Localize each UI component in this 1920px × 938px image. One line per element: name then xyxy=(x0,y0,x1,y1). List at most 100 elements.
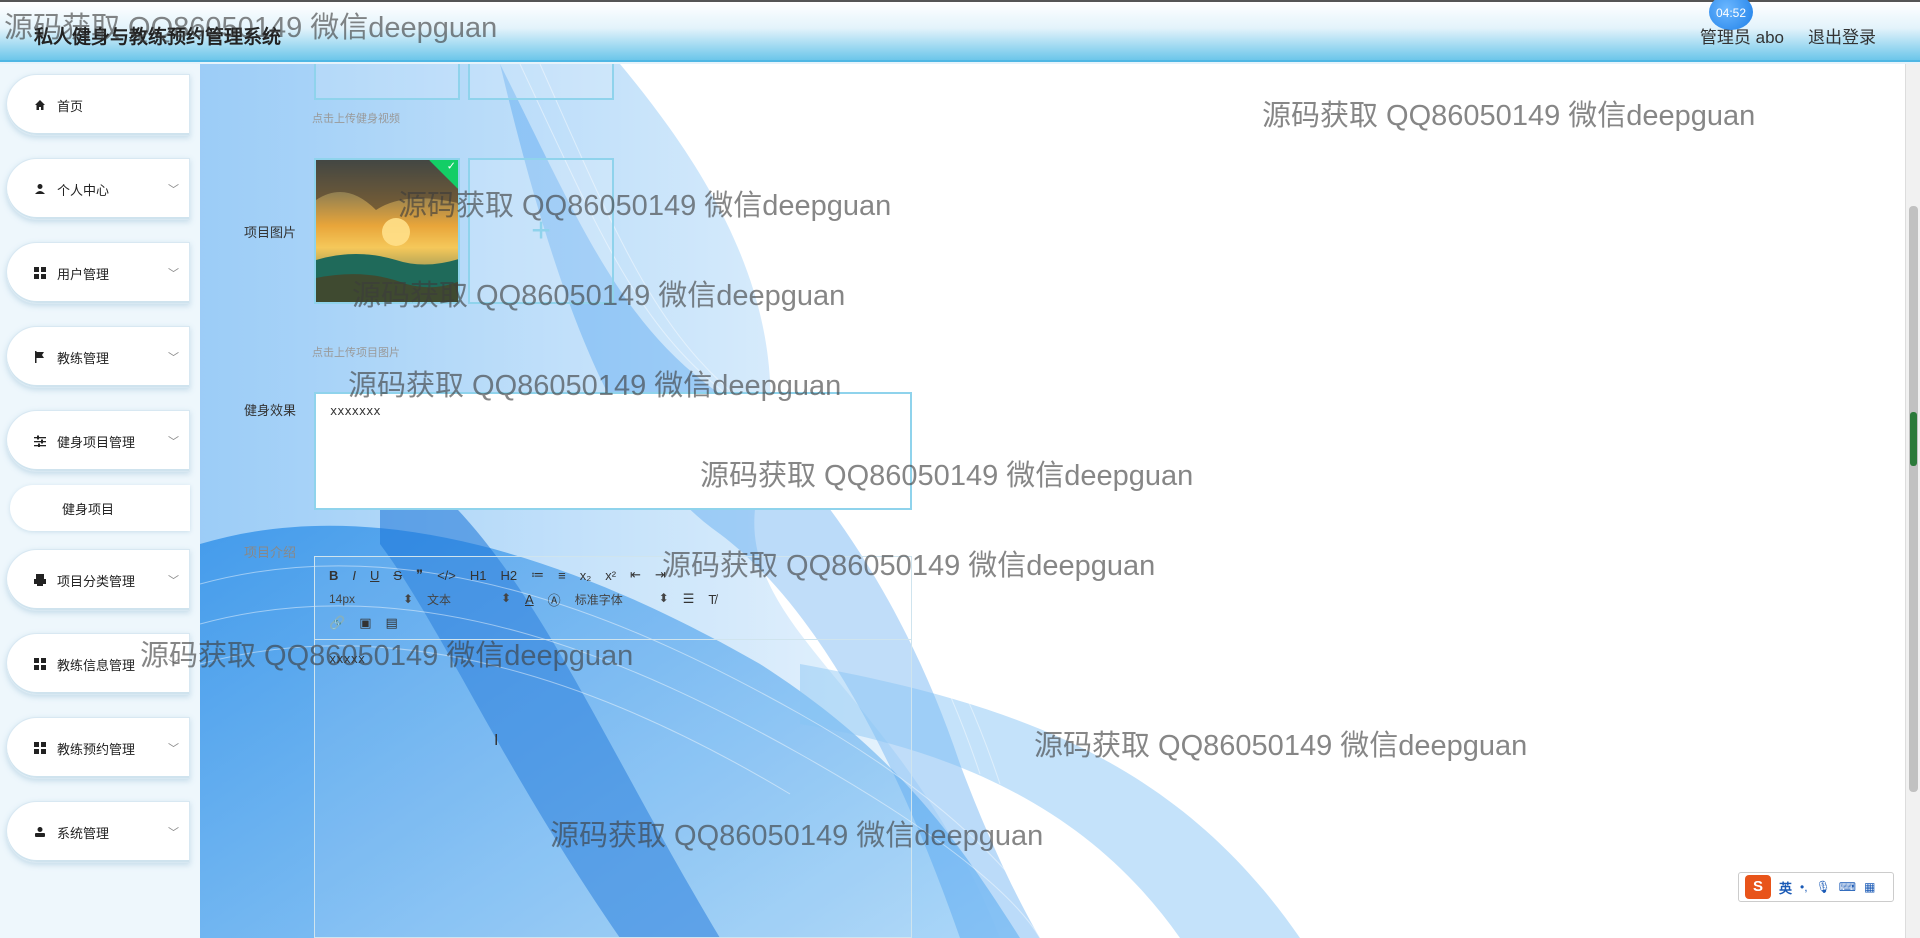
punctuation-icon[interactable]: •, xyxy=(1800,880,1808,894)
font-family-value: 标准字体 xyxy=(574,592,623,607)
video-upload-slot[interactable] xyxy=(468,64,614,100)
font-size-select[interactable]: 14px ⬍ xyxy=(329,592,413,606)
ime-language-toggle[interactable]: 英 xyxy=(1779,878,1792,897)
link-icon[interactable]: 🔗 xyxy=(329,615,345,631)
bullet-list-button[interactable]: ≡ xyxy=(558,568,566,583)
fitness-effect-label: 健身效果 xyxy=(244,403,297,418)
page-scrollbar[interactable] xyxy=(1905,64,1920,938)
logout-button[interactable]: 退出登录 xyxy=(1808,23,1876,48)
sogou-logo-icon: S xyxy=(1745,875,1771,899)
ime-toolbar[interactable]: S 英 •, 🎙 ⌨ ▦ xyxy=(1738,872,1894,902)
microphone-icon[interactable]: 🎙 xyxy=(1816,880,1831,894)
sidebar-item-label: 首页 xyxy=(57,98,84,114)
sidebar-item-home[interactable]: 首页 xyxy=(6,74,190,136)
sidebar-item-label: 个人中心 xyxy=(57,182,110,198)
image-upload-hint: 点击上传项目图片 xyxy=(312,347,400,359)
clear-format-icon[interactable]: T̸ xyxy=(708,592,716,607)
sidebar-item-personal-center[interactable]: 个人中心 ﹀ xyxy=(6,158,190,220)
sidebar-item-label: 项目分类管理 xyxy=(57,573,136,589)
sidebar-item-label: 教练信息管理 xyxy=(57,657,136,673)
sidebar-item-category-management[interactable]: 项目分类管理 ﹀ xyxy=(6,549,190,611)
outdent-button[interactable]: ⇤ xyxy=(630,567,641,583)
code-block-button[interactable]: </> xyxy=(437,568,456,583)
font-family-select[interactable]: 标准字体 ⬍ xyxy=(575,591,669,608)
sunset-sea-image xyxy=(316,160,458,302)
sidebar-item-fitness-project-management[interactable]: 健身项目管理 ﹀ xyxy=(6,410,190,472)
text-style-value: 文本 xyxy=(427,592,452,607)
user-icon xyxy=(33,825,47,839)
home-icon xyxy=(33,98,47,112)
menu-grid-icon[interactable]: ▦ xyxy=(1864,880,1875,894)
grid-icon xyxy=(33,266,47,280)
sidebar-item-label: 健身项目管理 xyxy=(57,434,136,450)
top-header: 私人健身与教练预约管理系统 管理员 abo 退出登录 xyxy=(0,0,1920,62)
keyboard-icon[interactable]: ⌨ xyxy=(1839,880,1856,894)
app-title: 私人健身与教练预约管理系统 xyxy=(34,27,282,48)
project-image-label: 项目图片 xyxy=(244,225,297,240)
editor-content[interactable]: xxxxx xyxy=(315,639,911,938)
grid-icon xyxy=(33,741,47,755)
person-icon xyxy=(33,182,47,196)
chevron-down-icon: ﹀ xyxy=(168,436,179,448)
heading2-button[interactable]: H2 xyxy=(501,568,518,583)
subscript-button[interactable]: x₂ xyxy=(580,568,592,583)
rich-text-editor[interactable]: B I U S ❞ </> H1 H2 ≔ ≡ x₂ x² ⇤ ⇥ 14px ⬍ … xyxy=(314,556,912,938)
underline-button[interactable]: U xyxy=(370,568,379,583)
select-arrow-icon: ⬍ xyxy=(500,590,511,605)
text-style-select[interactable]: 文本 ⬍ xyxy=(427,591,511,608)
sidebar-subitem-fitness-project[interactable]: 健身项目 xyxy=(10,485,190,531)
indent-button[interactable]: ⇥ xyxy=(655,567,666,583)
chevron-down-icon: ﹀ xyxy=(168,743,179,755)
font-color-icon[interactable]: A xyxy=(525,592,534,607)
sidebar-item-label: 教练管理 xyxy=(57,350,110,366)
sliders-icon xyxy=(33,434,47,448)
plus-icon: + xyxy=(531,211,551,250)
scrollbar-thumb[interactable] xyxy=(1909,206,1918,792)
bold-button[interactable]: B xyxy=(329,568,338,583)
italic-button[interactable]: I xyxy=(352,568,356,583)
grid-icon xyxy=(33,657,47,671)
ordered-list-button[interactable]: ≔ xyxy=(531,567,544,583)
sidebar-item-system-management[interactable]: 系统管理 ﹀ xyxy=(6,801,190,863)
select-arrow-icon: ⬍ xyxy=(402,592,413,606)
chevron-down-icon: ﹀ xyxy=(168,268,179,280)
video-upload-hint: 点击上传健身视频 xyxy=(312,113,400,125)
sidebar-item-label: 教练预约管理 xyxy=(57,741,136,757)
sidebar-item-label: 系统管理 xyxy=(57,825,110,841)
sidebar-item-coach-info-management[interactable]: 教练信息管理 ﹀ xyxy=(6,633,190,695)
chevron-down-icon: ﹀ xyxy=(168,352,179,364)
video-icon[interactable]: ▤ xyxy=(385,615,397,631)
toolbar-row-1: B I U S ❞ </> H1 H2 ≔ ≡ x₂ x² ⇤ ⇥ xyxy=(329,563,897,587)
sidebar-item-label: 用户管理 xyxy=(57,266,110,282)
printer-icon xyxy=(33,573,47,587)
chevron-down-icon: ﹀ xyxy=(168,575,179,587)
flag-icon xyxy=(33,350,47,364)
editor-toolbar: B I U S ❞ </> H1 H2 ≔ ≡ x₂ x² ⇤ ⇥ 14px ⬍ … xyxy=(315,557,911,635)
chevron-down-icon: ﹀ xyxy=(168,184,179,196)
image-upload-button[interactable]: + xyxy=(468,158,614,304)
chevron-down-icon: ﹀ xyxy=(168,827,179,839)
align-icon[interactable]: ☰ xyxy=(683,591,695,607)
sidebar-item-coach-management[interactable]: 教练管理 ﹀ xyxy=(6,326,190,388)
strike-button[interactable]: S xyxy=(393,568,402,583)
sidebar-item-user-management[interactable]: 用户管理 ﹀ xyxy=(6,242,190,304)
heading1-button[interactable]: H1 xyxy=(470,568,487,583)
superscript-button[interactable]: x² xyxy=(605,568,616,583)
chevron-down-icon: ﹀ xyxy=(168,659,179,671)
toolbar-row-2: 14px ⬍ 文本 ⬍ A Ⓐ 标准字体 ⬍ ☰ T̸ xyxy=(329,587,897,611)
sidebar: 首页 个人中心 ﹀ 用户管理 ﹀ 教练管理 ﹀ 健身项目管理 ﹀ 健身项目 项目… xyxy=(0,64,200,938)
text-cursor-icon: I xyxy=(494,732,499,749)
background-color-icon[interactable]: Ⓐ xyxy=(548,590,561,609)
font-size-value: 14px xyxy=(329,592,356,606)
blockquote-button[interactable]: ❞ xyxy=(416,567,423,583)
project-intro-label: 项目介绍 xyxy=(244,545,297,560)
toolbar-row-3: 🔗 ▣ ▤ xyxy=(329,611,897,635)
main-content: 点击上传健身视频 项目图片 ✓ + 点击上传项目图片 健身效果 xxxxxxx xyxy=(200,64,1905,938)
scrollbar-grip xyxy=(1910,412,1917,466)
video-upload-slot[interactable] xyxy=(314,64,460,100)
image-icon[interactable]: ▣ xyxy=(359,615,371,631)
select-arrow-icon: ⬍ xyxy=(658,590,669,605)
fitness-effect-textarea[interactable]: xxxxxxx xyxy=(314,392,912,510)
sidebar-item-coach-booking-management[interactable]: 教练预约管理 ﹀ xyxy=(6,717,190,779)
uploaded-image-thumbnail[interactable]: ✓ xyxy=(314,158,460,304)
